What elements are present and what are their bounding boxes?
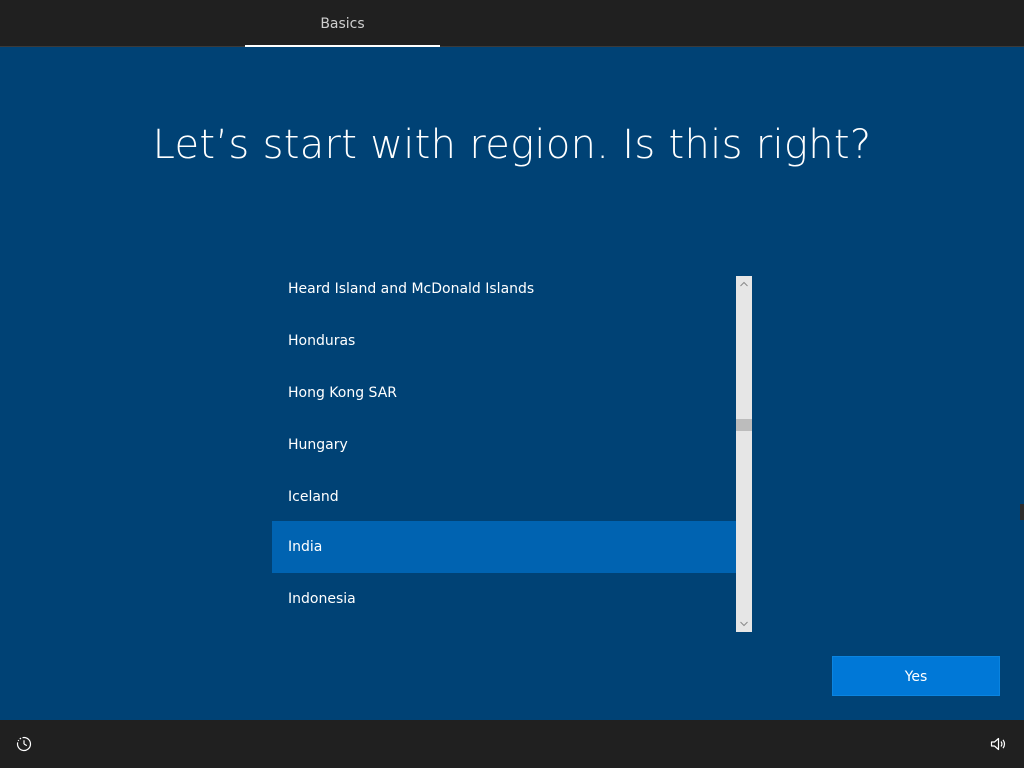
list-item-selected[interactable]: India: [272, 521, 736, 573]
yes-button[interactable]: Yes: [832, 656, 1000, 696]
region-label: Heard Island and McDonald Islands: [288, 281, 535, 297]
region-list[interactable]: Heard Island and McDonald Islands Hondur…: [272, 276, 752, 632]
region-label: Iceland: [288, 489, 339, 505]
volume-icon[interactable]: [988, 734, 1008, 754]
region-list-scrollbar[interactable]: [736, 276, 752, 632]
window-edge-handle: [1020, 504, 1024, 520]
tab-basics-label: Basics: [320, 16, 365, 32]
region-label: Hungary: [288, 437, 348, 453]
region-label: Indonesia: [288, 591, 356, 607]
scroll-thumb[interactable]: [736, 419, 752, 431]
tab-basics: Basics: [245, 0, 440, 47]
bottom-bar: [0, 720, 1024, 768]
scroll-up-icon[interactable]: [736, 276, 752, 292]
region-label: Honduras: [288, 333, 356, 349]
page-title: Let’s start with region. Is this right?: [152, 122, 872, 168]
list-item[interactable]: Indonesia: [272, 573, 736, 625]
list-item[interactable]: Hungary: [272, 419, 736, 471]
list-item[interactable]: Heard Island and McDonald Islands: [272, 276, 736, 315]
list-item[interactable]: Hong Kong SAR: [272, 367, 736, 419]
list-item[interactable]: Honduras: [272, 315, 736, 367]
top-bar: Basics: [0, 0, 1024, 47]
list-item[interactable]: Iceland: [272, 471, 736, 523]
region-label: Hong Kong SAR: [288, 385, 398, 401]
region-label: India: [288, 539, 323, 555]
scroll-down-icon[interactable]: [736, 616, 752, 632]
ease-of-access-icon[interactable]: [14, 734, 34, 754]
